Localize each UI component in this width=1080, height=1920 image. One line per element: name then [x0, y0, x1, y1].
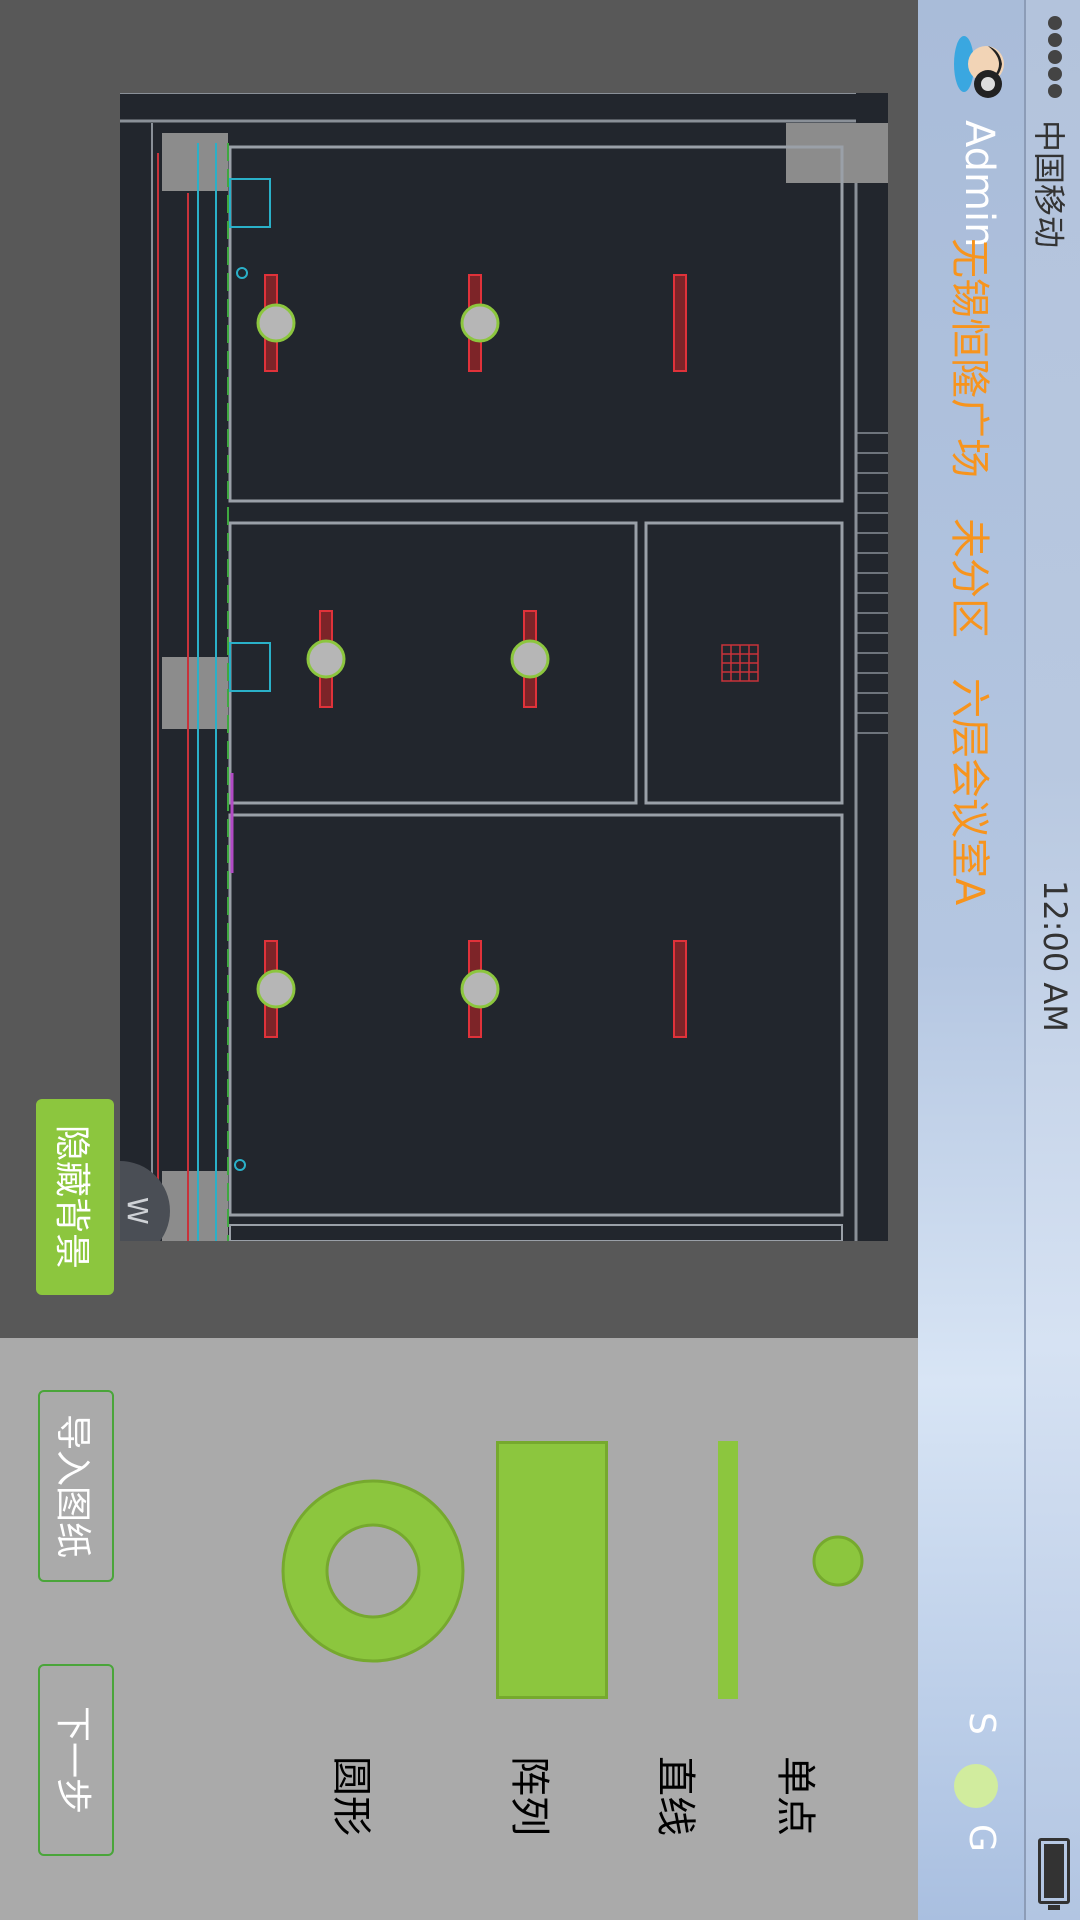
tool-single-point-label: 单点 [772, 1756, 818, 1836]
next-step-button[interactable]: 下一步 [38, 1664, 114, 1856]
single-point-icon [812, 1535, 864, 1587]
tool-single-point[interactable] [768, 1338, 918, 1587]
breadcrumb-zone[interactable]: 未分区 [944, 518, 1002, 638]
signal-icon [1048, 16, 1062, 98]
tool-panel: 单点 直线 阵列 圆形 导入图纸 下一步 [0, 1338, 918, 1920]
breadcrumb: 无锡恒隆广场 未分区 六层会议室A [944, 238, 1002, 905]
circle-icon [281, 1479, 465, 1663]
carrier-name: 中国移动 [1030, 120, 1068, 249]
line-icon [718, 1441, 738, 1699]
tool-circle-label: 圆形 [328, 1756, 374, 1836]
sg-toggle[interactable]: S G [942, 1712, 1002, 1882]
tool-line-label: 直线 [652, 1756, 698, 1836]
tool-line[interactable] [698, 1338, 738, 1699]
floor-plan-drawing[interactable]: W [120, 93, 888, 1241]
username: Admin [956, 120, 1002, 248]
sg-toggle-right-label: G [961, 1824, 1002, 1852]
sg-toggle-knob [954, 1764, 998, 1808]
status-time: 12:00 AM [1036, 880, 1074, 1032]
tool-array[interactable] [496, 1441, 608, 1699]
compass-letter: W [121, 1197, 154, 1225]
sg-toggle-left-label: S [961, 1712, 1002, 1735]
canvas-area: W 隐藏背景 [0, 0, 918, 1338]
breadcrumb-room[interactable]: 六层会议室A [944, 678, 1002, 905]
breadcrumb-building[interactable]: 无锡恒隆广场 [944, 238, 1002, 478]
header-bar: Admin 无锡恒隆广场 未分区 六层会议室A S G [918, 0, 1024, 1920]
battery-icon [1038, 1838, 1070, 1904]
user-avatar-icon[interactable] [952, 30, 1014, 104]
tool-array-label: 阵列 [506, 1756, 552, 1836]
import-drawing-button[interactable]: 导入图纸 [38, 1390, 114, 1582]
tool-circle[interactable] [280, 1478, 466, 1664]
floor-plan-svg: W [120, 93, 888, 1241]
app-root: 中国移动 12:00 AM Admin 无锡恒隆广场 未分区 六层会议室A S … [0, 0, 1080, 1920]
status-bar: 中国移动 12:00 AM [1024, 0, 1080, 1920]
hide-background-button[interactable]: 隐藏背景 [36, 1099, 114, 1295]
array-icon [496, 1441, 608, 1699]
